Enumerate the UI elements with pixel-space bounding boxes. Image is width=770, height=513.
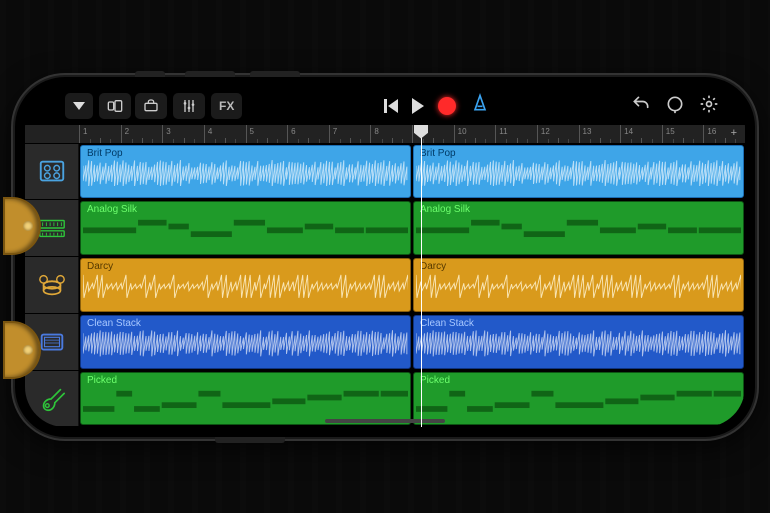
phone-button-vol-up [185, 71, 235, 77]
metronome-button[interactable] [470, 93, 490, 118]
audio-region[interactable]: Darcy [80, 258, 411, 312]
phone-button-vol-down [250, 71, 300, 77]
gear-icon [699, 94, 719, 114]
app-screen: FX [25, 87, 745, 427]
phone-button-power [215, 437, 285, 443]
region-label: Clean Stack [420, 318, 474, 329]
phone-button-mute [135, 71, 165, 77]
track-row: Brit Pop Brit Pop [25, 143, 745, 200]
region-label: Darcy [420, 261, 446, 272]
side-decor [5, 199, 39, 377]
audio-region[interactable]: Clean Stack [80, 315, 411, 369]
audio-region[interactable]: Picked [80, 372, 411, 426]
view-menu-button[interactable] [65, 93, 93, 119]
tracks-area: Brit Pop Brit Pop Analog Silk Analog Sil… [25, 143, 745, 427]
home-indicator [325, 419, 445, 423]
track-header[interactable] [25, 371, 79, 427]
audio-region[interactable]: Clean Stack [413, 315, 744, 369]
mixer-button[interactable] [173, 93, 205, 119]
fx-button[interactable]: FX [211, 93, 242, 119]
region-label: Darcy [87, 261, 113, 272]
loop-icon [665, 94, 685, 114]
region-label: Picked [87, 375, 117, 386]
play-button[interactable] [412, 98, 424, 114]
metronome-icon [470, 93, 490, 113]
track-lane[interactable]: Brit Pop Brit Pop [79, 144, 745, 200]
region-label: Brit Pop [87, 148, 123, 159]
track-lane[interactable]: Clean Stack Clean Stack [79, 314, 745, 370]
timeline-ruler[interactable]: 12345678910111213141516 + [25, 125, 745, 143]
record-button[interactable] [438, 97, 456, 115]
rewind-icon [384, 99, 387, 113]
track-row: Clean Stack Clean Stack [25, 313, 745, 370]
browser-button[interactable] [99, 93, 131, 119]
region-label: Clean Stack [87, 318, 141, 329]
toolbar: FX [25, 87, 745, 125]
region-label: Picked [420, 375, 450, 386]
instrument-button[interactable] [135, 93, 167, 119]
track-lane[interactable]: Analog Silk Analog Silk [79, 200, 745, 256]
undo-icon [631, 94, 651, 114]
phone-frame: FX [15, 77, 755, 437]
audio-region[interactable]: Analog Silk [80, 201, 411, 255]
case-icon [143, 98, 159, 114]
region-label: Analog Silk [87, 204, 137, 215]
audio-region[interactable]: Analog Silk [413, 201, 744, 255]
browser-icon [107, 98, 123, 114]
rewind-button[interactable] [384, 99, 398, 113]
settings-button[interactable] [699, 94, 719, 117]
region-label: Brit Pop [420, 148, 456, 159]
audio-region[interactable]: Picked [413, 372, 744, 426]
track-row: Analog Silk Analog Silk [25, 199, 745, 256]
audio-region[interactable]: Darcy [413, 258, 744, 312]
track-row: Darcy Darcy [25, 256, 745, 313]
track-header[interactable] [25, 144, 79, 200]
mixer-icon [181, 98, 197, 114]
region-label: Analog Silk [420, 204, 470, 215]
loop-button[interactable] [665, 94, 685, 117]
track-lane[interactable]: Darcy Darcy [79, 257, 745, 313]
knob-decor [5, 323, 39, 377]
add-section-button[interactable]: + [731, 127, 737, 139]
audio-region[interactable]: Brit Pop [413, 145, 744, 199]
audio-region[interactable]: Brit Pop [80, 145, 411, 199]
undo-button[interactable] [631, 94, 651, 117]
chevron-down-icon [73, 102, 85, 110]
knob-decor [5, 199, 39, 253]
